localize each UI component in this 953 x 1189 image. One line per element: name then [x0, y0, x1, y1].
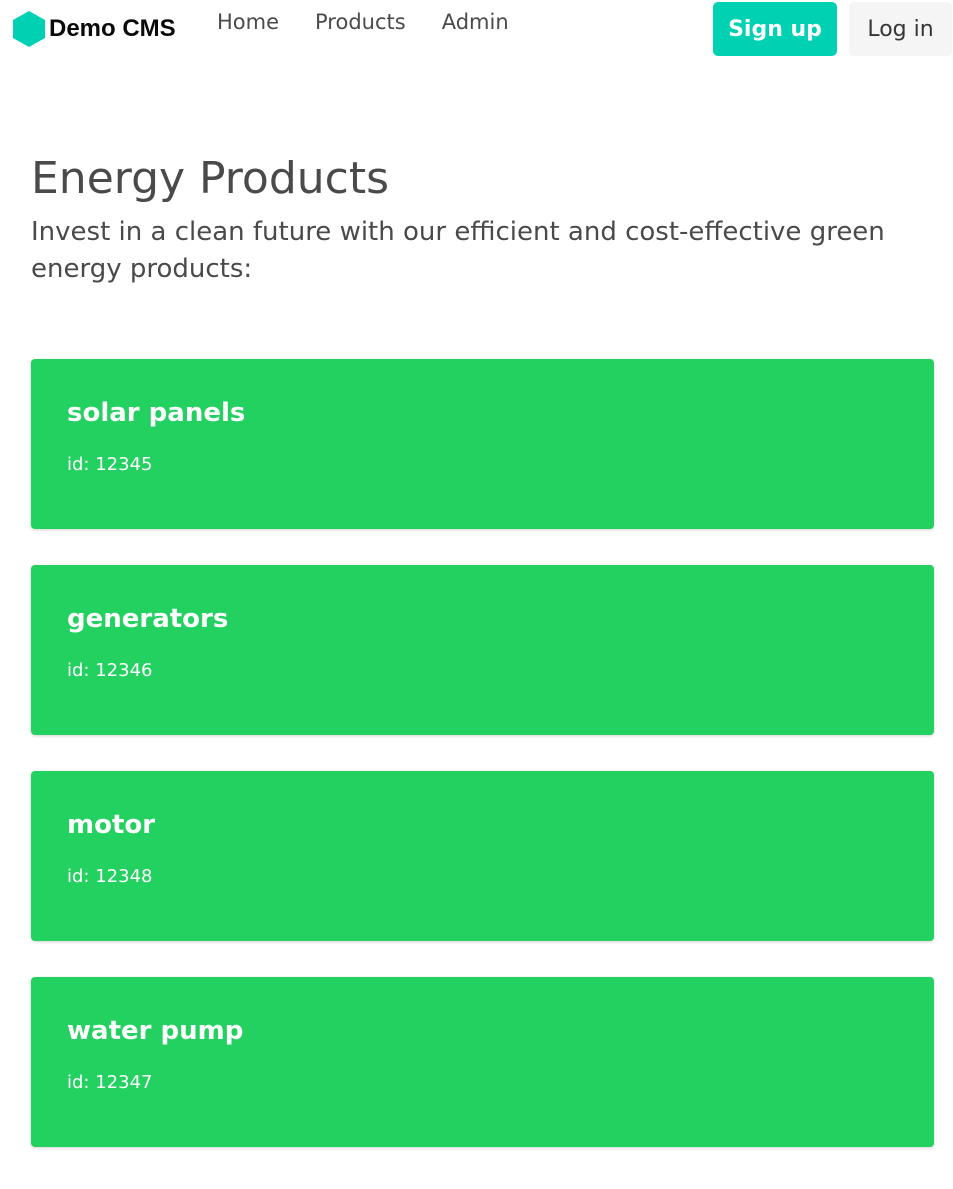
product-id: id: 12346: [67, 660, 153, 681]
product-id: id: 12345: [67, 454, 153, 475]
product-card[interactable]: water pump id: 12347: [31, 977, 934, 1147]
nav-links: Home Products Admin: [217, 8, 545, 36]
top-navbar: Demo CMS Home Products Admin Sign up Log…: [0, 0, 953, 60]
nav-link-admin[interactable]: Admin: [442, 8, 509, 36]
product-name: water pump: [67, 1016, 244, 1046]
page-title: Energy Products: [31, 153, 390, 204]
brand-name: Demo CMS: [49, 15, 176, 42]
product-id: id: 12347: [67, 1072, 153, 1093]
product-list: solar panels id: 12345 generators id: 12…: [31, 359, 934, 1183]
nav-link-products[interactable]: Products: [315, 8, 406, 36]
signup-button[interactable]: Sign up: [713, 2, 837, 56]
product-id: id: 12348: [67, 866, 153, 887]
login-button[interactable]: Log in: [849, 2, 952, 56]
product-name: motor: [67, 810, 156, 840]
brand-logo-link[interactable]: Demo CMS: [12, 10, 176, 48]
product-card[interactable]: solar panels id: 12345: [31, 359, 934, 529]
hexagon-logo-icon: [13, 11, 45, 47]
nav-actions: Sign up Log in: [713, 2, 952, 56]
product-card[interactable]: motor id: 12348: [31, 771, 934, 941]
product-name: solar panels: [67, 398, 246, 428]
nav-link-home[interactable]: Home: [217, 8, 279, 36]
hero-section: Energy Products Invest in a clean future…: [31, 150, 911, 288]
product-name: generators: [67, 604, 229, 634]
product-card[interactable]: generators id: 12346: [31, 565, 934, 735]
page-subtitle: Invest in a clean future with our effici…: [31, 217, 885, 284]
